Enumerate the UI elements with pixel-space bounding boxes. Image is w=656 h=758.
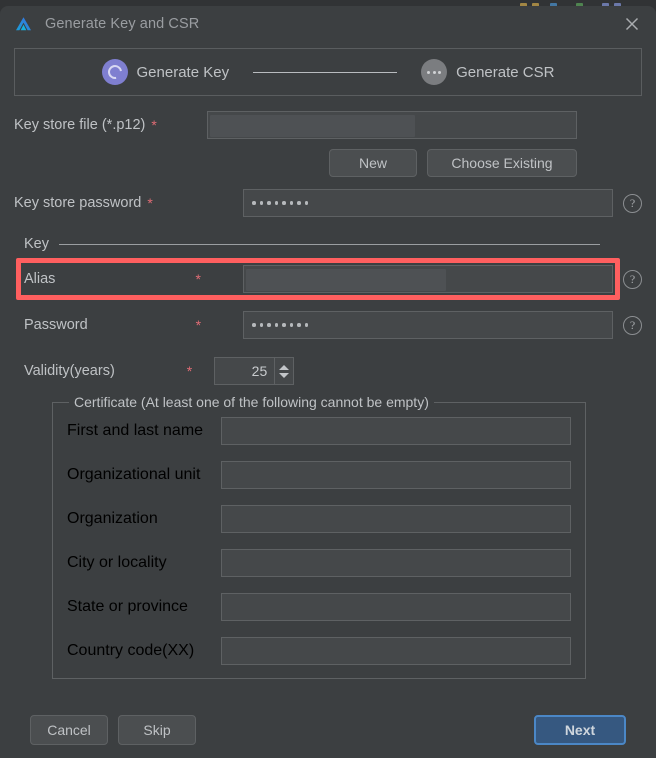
city-or-locality-input[interactable]	[221, 549, 571, 577]
generate-key-form: Key store file (*.p12) * New Choose Exis…	[0, 110, 656, 679]
validity-spin-buttons[interactable]	[274, 357, 295, 385]
validity-stepper[interactable]: 25	[214, 357, 295, 385]
help-circle-icon[interactable]: ?	[623, 315, 642, 335]
field-label: Organization	[67, 510, 158, 527]
organizational-unit-input[interactable]	[221, 461, 571, 489]
alias-row: Alias * ?	[24, 264, 642, 294]
key-store-password-row: Key store password * ?	[14, 188, 642, 218]
organization-input[interactable]	[221, 505, 571, 533]
certificate-field-organization: Organization	[67, 504, 571, 534]
password-masked-value	[252, 323, 308, 327]
state-or-province-input[interactable]	[221, 593, 571, 621]
skip-button[interactable]: Skip	[118, 715, 196, 745]
alias-label: Alias	[24, 271, 56, 287]
validity-row: Validity(years) * 25	[24, 356, 642, 386]
certificate-field-organizational-unit: Organizational unit	[67, 460, 571, 490]
required-asterisk: *	[151, 117, 157, 133]
key-store-file-buttons-row: New Choose Existing	[14, 148, 642, 178]
country-code-input[interactable]	[221, 637, 571, 665]
certificate-field-state-or-province: State or province	[67, 592, 571, 622]
redacted-value	[246, 269, 446, 291]
wizard-stepper: Generate Key Generate CSR	[14, 48, 642, 96]
field-label: State or province	[67, 598, 188, 615]
help-circle-icon[interactable]: ?	[623, 269, 642, 289]
wizard-step-label: Generate CSR	[456, 63, 555, 81]
generate-key-and-csr-dialog: Generate Key and CSR Generate Key Genera…	[0, 6, 656, 758]
wizard-step-generate-csr[interactable]: Generate CSR	[421, 59, 554, 85]
close-icon[interactable]	[622, 14, 642, 34]
required-asterisk: *	[195, 271, 201, 287]
required-asterisk: *	[147, 195, 153, 211]
dialog-footer: Cancel Skip Next	[0, 714, 656, 746]
field-label: Country code(XX)	[67, 642, 195, 659]
field-label: Organizational unit	[67, 466, 201, 483]
step-connector	[253, 71, 398, 73]
certificate-group: Certificate (At least one of the followi…	[52, 394, 586, 679]
key-password-row: Password * ?	[24, 310, 642, 340]
help-circle-icon[interactable]: ?	[623, 193, 642, 213]
field-label: City or locality	[67, 554, 167, 571]
choose-existing-button[interactable]: Choose Existing	[427, 149, 577, 177]
wizard-step-generate-key[interactable]: Generate Key	[101, 59, 230, 85]
certificate-field-city-or-locality: City or locality	[67, 548, 571, 578]
key-password-input[interactable]	[243, 311, 613, 339]
validity-label: Validity(years)	[24, 363, 115, 379]
next-button[interactable]: Next	[534, 715, 626, 745]
alias-input[interactable]	[243, 265, 613, 293]
key-section-title: Key	[24, 236, 49, 252]
key-store-file-row: Key store file (*.p12) *	[14, 110, 642, 140]
certificate-field-first-and-last-name: First and last name	[67, 416, 571, 446]
validity-input[interactable]: 25	[214, 357, 275, 385]
key-store-password-label: Key store password	[14, 195, 142, 211]
dialog-titlebar: Generate Key and CSR	[0, 6, 656, 42]
key-store-file-input[interactable]	[207, 111, 577, 139]
first-and-last-name-input[interactable]	[221, 417, 571, 445]
section-divider	[59, 243, 600, 245]
key-store-password-input[interactable]	[243, 189, 613, 217]
key-section-header: Key	[24, 236, 642, 252]
ellipsis-dots-icon	[421, 59, 448, 85]
triangle-up-icon[interactable]	[279, 364, 290, 370]
key-store-file-label: Key store file (*.p12)	[14, 117, 146, 133]
dialog-title: Generate Key and CSR	[45, 16, 200, 32]
progress-arc-icon	[101, 59, 128, 85]
deveco-logo-icon	[14, 15, 33, 34]
redacted-value	[210, 115, 415, 137]
required-asterisk: *	[186, 363, 193, 379]
key-password-label: Password	[24, 317, 88, 333]
triangle-down-icon[interactable]	[279, 372, 290, 378]
cancel-button[interactable]: Cancel	[30, 715, 108, 745]
certificate-field-country-code: Country code(XX)	[67, 636, 571, 666]
required-asterisk: *	[195, 317, 202, 333]
new-button[interactable]: New	[329, 149, 417, 177]
wizard-step-label: Generate Key	[136, 63, 230, 81]
field-label: First and last name	[67, 422, 204, 439]
password-masked-value	[252, 201, 308, 205]
certificate-legend: Certificate (At least one of the followi…	[74, 394, 429, 410]
